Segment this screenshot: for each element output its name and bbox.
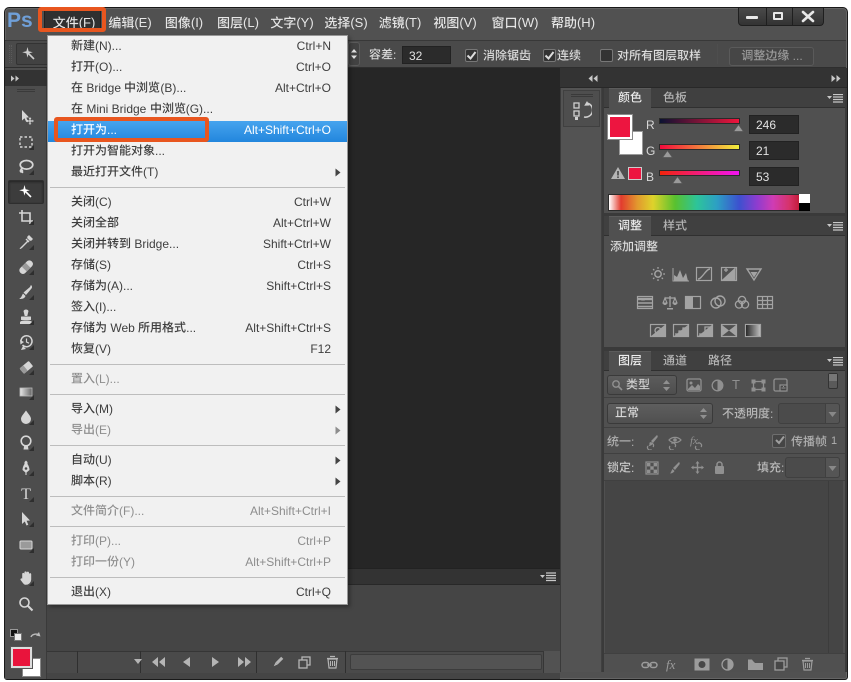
svg-text:T: T (21, 486, 31, 503)
svg-text:fx: fx (690, 435, 698, 447)
svg-text:fx: fx (666, 658, 676, 672)
